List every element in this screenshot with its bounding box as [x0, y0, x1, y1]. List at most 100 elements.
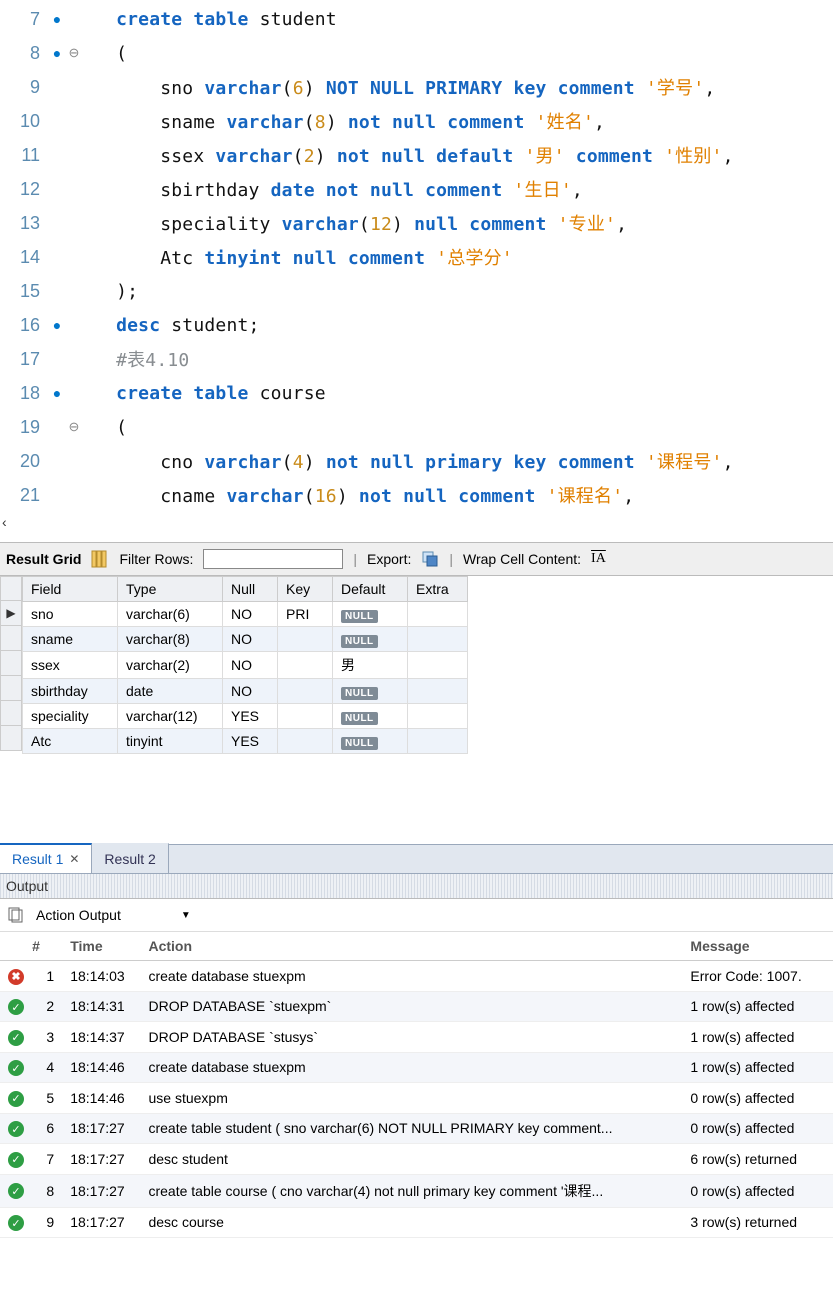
output-row[interactable]: ✓718:17:27desc student6 row(s) returned — [0, 1144, 833, 1175]
code-text[interactable]: ( — [84, 417, 127, 438]
output-row[interactable]: ✓818:17:27create table course ( cno varc… — [0, 1174, 833, 1207]
grid-header[interactable]: Default — [333, 577, 408, 602]
grid-cell[interactable]: NO — [223, 652, 278, 679]
sql-editor[interactable]: 7● create table student8●⊖ (9 sno varcha… — [0, 0, 833, 512]
row-header[interactable] — [0, 626, 22, 651]
output-cell[interactable]: desc course — [140, 1207, 682, 1238]
grid-columns-icon[interactable] — [91, 550, 109, 568]
grid-cell[interactable]: varchar(6) — [118, 602, 223, 627]
table-row[interactable]: specialityvarchar(12)YESNULL — [23, 704, 468, 729]
table-row[interactable]: AtctinyintYESNULL — [23, 729, 468, 754]
output-header[interactable]: Time — [62, 932, 140, 961]
output-cell[interactable]: ✓ — [0, 1174, 24, 1207]
grid-cell[interactable] — [278, 652, 333, 679]
code-text[interactable]: cname varchar(16) not null comment '课程名'… — [84, 482, 634, 508]
code-text[interactable]: desc student; — [84, 315, 260, 336]
code-text[interactable]: sname varchar(8) not null comment '姓名', — [84, 108, 605, 134]
output-header[interactable] — [0, 932, 24, 961]
output-cell[interactable]: ✓ — [0, 1207, 24, 1238]
code-line[interactable]: 7● create table student — [0, 2, 833, 36]
breakpoint-marker[interactable]: ● — [50, 317, 64, 333]
filter-rows-input[interactable] — [203, 549, 343, 569]
grid-cell[interactable]: YES — [223, 729, 278, 754]
output-row[interactable]: ✓518:14:46use stuexpm0 row(s) affected — [0, 1083, 833, 1114]
code-line[interactable]: 14 Atc tinyint null comment '总学分' — [0, 240, 833, 274]
output-cell[interactable]: create table course ( cno varchar(4) not… — [140, 1174, 682, 1207]
result-tab[interactable]: Result 1✕ — [0, 843, 92, 873]
grid-cell[interactable] — [278, 704, 333, 729]
output-row[interactable]: ✓918:17:27desc course3 row(s) returned — [0, 1207, 833, 1238]
code-line[interactable]: 20 cno varchar(4) not null primary key c… — [0, 444, 833, 478]
output-cell[interactable]: 0 row(s) affected — [682, 1083, 833, 1114]
table-row[interactable]: snamevarchar(8)NONULL — [23, 627, 468, 652]
output-cell[interactable]: 1 — [24, 961, 62, 992]
close-icon[interactable]: ✕ — [69, 852, 79, 866]
output-cell[interactable]: 0 row(s) affected — [682, 1113, 833, 1144]
output-cell[interactable]: create database stuexpm — [140, 1052, 682, 1083]
output-cell[interactable]: ✓ — [0, 1144, 24, 1175]
output-cell[interactable]: 18:14:31 — [62, 991, 140, 1022]
grid-cell[interactable] — [278, 627, 333, 652]
grid-cell[interactable]: sno — [23, 602, 118, 627]
grid-cell[interactable]: NO — [223, 627, 278, 652]
grid-cell[interactable] — [408, 602, 468, 627]
output-cell[interactable]: 9 — [24, 1207, 62, 1238]
grid-cell[interactable] — [408, 704, 468, 729]
output-cell[interactable]: desc student — [140, 1144, 682, 1175]
grid-cell[interactable] — [408, 729, 468, 754]
code-text[interactable]: Atc tinyint null comment '总学分' — [84, 244, 513, 270]
grid-cell[interactable] — [408, 627, 468, 652]
code-line[interactable]: 19⊖ ( — [0, 410, 833, 444]
grid-cell[interactable]: sbirthday — [23, 679, 118, 704]
output-row[interactable]: ✓418:14:46create database stuexpm1 row(s… — [0, 1052, 833, 1083]
output-header[interactable]: Action — [140, 932, 682, 961]
output-cell[interactable]: DROP DATABASE `stuexpm` — [140, 991, 682, 1022]
output-cell[interactable]: Error Code: 1007. — [682, 961, 833, 992]
code-text[interactable]: ); — [84, 281, 138, 302]
output-type-dropdown[interactable]: Action Output ▼ — [32, 905, 195, 925]
output-cell[interactable]: 2 — [24, 991, 62, 1022]
output-cell[interactable]: 3 row(s) returned — [682, 1207, 833, 1238]
output-cell[interactable]: 18:14:03 — [62, 961, 140, 992]
row-header[interactable] — [0, 676, 22, 701]
grid-cell[interactable]: varchar(8) — [118, 627, 223, 652]
code-line[interactable]: 16● desc student; — [0, 308, 833, 342]
code-line[interactable]: 10 sname varchar(8) not null comment '姓名… — [0, 104, 833, 138]
row-header[interactable] — [0, 651, 22, 676]
code-text[interactable]: sbirthday date not null comment '生日', — [84, 176, 583, 202]
grid-cell[interactable] — [278, 729, 333, 754]
output-cell[interactable]: 7 — [24, 1144, 62, 1175]
code-line[interactable]: 15 ); — [0, 274, 833, 308]
output-header[interactable]: # — [24, 932, 62, 961]
output-cell[interactable]: create database stuexpm — [140, 961, 682, 992]
output-row[interactable]: ✖118:14:03create database stuexpmError C… — [0, 961, 833, 992]
output-cell[interactable]: 8 — [24, 1174, 62, 1207]
code-line[interactable]: 9 sno varchar(6) NOT NULL PRIMARY key co… — [0, 70, 833, 104]
code-line[interactable]: 21 cname varchar(16) not null comment '课… — [0, 478, 833, 512]
code-text[interactable]: create table student — [84, 9, 337, 30]
table-row[interactable]: ssexvarchar(2)NO男 — [23, 652, 468, 679]
output-cell[interactable]: 0 row(s) affected — [682, 1174, 833, 1207]
code-line[interactable]: 11 ssex varchar(2) not null default '男' … — [0, 138, 833, 172]
table-row[interactable]: sbirthdaydateNONULL — [23, 679, 468, 704]
grid-cell[interactable]: varchar(2) — [118, 652, 223, 679]
grid-cell[interactable]: NO — [223, 602, 278, 627]
grid-cell[interactable]: NULL — [333, 704, 408, 729]
grid-cell[interactable]: varchar(12) — [118, 704, 223, 729]
output-cell[interactable]: 1 row(s) affected — [682, 991, 833, 1022]
code-line[interactable]: 18● create table course — [0, 376, 833, 410]
breakpoint-marker[interactable]: ● — [50, 11, 64, 27]
result-tab[interactable]: Result 2 — [92, 843, 168, 873]
output-header[interactable]: Message — [682, 932, 833, 961]
grid-cell[interactable]: ssex — [23, 652, 118, 679]
code-line[interactable]: 13 speciality varchar(12) null comment '… — [0, 206, 833, 240]
action-output-table[interactable]: #TimeActionMessage ✖118:14:03create data… — [0, 932, 833, 1238]
row-header[interactable] — [0, 701, 22, 726]
output-cell[interactable]: 1 row(s) affected — [682, 1022, 833, 1053]
output-cell[interactable]: ✓ — [0, 1022, 24, 1053]
fold-icon[interactable]: ⊖ — [64, 419, 84, 435]
grid-cell[interactable]: tinyint — [118, 729, 223, 754]
row-header[interactable] — [0, 726, 22, 751]
breakpoint-marker[interactable]: ● — [50, 45, 64, 61]
grid-cell[interactable] — [408, 679, 468, 704]
